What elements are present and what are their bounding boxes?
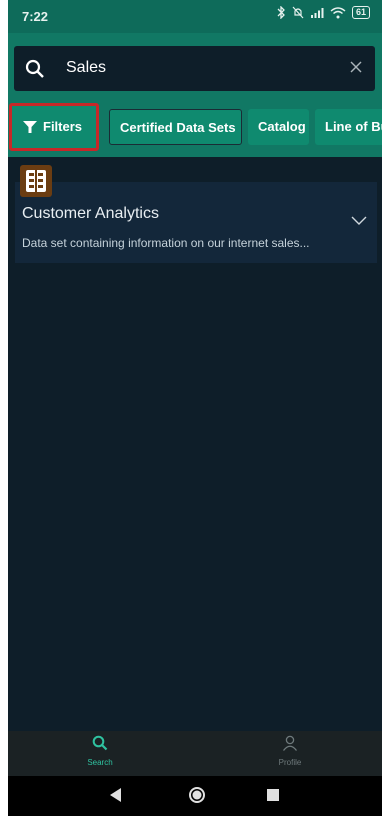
profile-icon bbox=[282, 735, 298, 751]
filters-label: Filters bbox=[43, 119, 83, 134]
mute-icon bbox=[292, 6, 304, 19]
search-input[interactable]: Sales bbox=[14, 46, 375, 91]
search-value[interactable]: Sales bbox=[66, 59, 106, 77]
bluetooth-icon bbox=[277, 6, 285, 19]
bottom-nav: Search Profile bbox=[8, 731, 382, 776]
chip-line-of-business[interactable]: Line of Bu bbox=[315, 109, 382, 145]
chip-certified-data-sets[interactable]: Certified Data Sets bbox=[109, 109, 242, 145]
back-icon[interactable] bbox=[110, 788, 122, 802]
header: Sales Filters Certified Data Sets Catalo… bbox=[8, 33, 382, 157]
signal-icon bbox=[310, 7, 324, 18]
dataset-icon bbox=[20, 165, 52, 197]
home-icon[interactable] bbox=[188, 786, 206, 804]
nav-profile[interactable]: Profile bbox=[245, 735, 335, 767]
system-nav-bar bbox=[8, 776, 382, 816]
chip-catalog[interactable]: Catalog bbox=[248, 109, 309, 145]
filter-icon bbox=[23, 121, 37, 133]
nav-profile-label: Profile bbox=[278, 758, 302, 767]
result-title: Customer Analytics bbox=[22, 205, 159, 222]
status-time: 7:22 bbox=[22, 9, 49, 24]
filters-button[interactable]: Filters bbox=[14, 109, 95, 145]
recents-icon[interactable] bbox=[267, 789, 279, 801]
result-description: Data set containing information on our i… bbox=[22, 236, 310, 250]
battery-icon: 61 bbox=[351, 6, 370, 19]
close-icon[interactable] bbox=[349, 60, 363, 74]
dataset-icon-glyph bbox=[26, 170, 46, 192]
nav-search-label: Search bbox=[87, 758, 113, 767]
result-card[interactable]: Customer Analytics Data set containing i… bbox=[15, 182, 377, 263]
chevron-down-icon[interactable] bbox=[351, 216, 367, 226]
app-screen: 7:22 61 Sales Filters Certified Data Set… bbox=[8, 0, 382, 816]
wifi-icon bbox=[330, 6, 346, 18]
filter-chips: Filters Certified Data Sets Catalog Line… bbox=[8, 103, 382, 151]
nav-search[interactable]: Search bbox=[55, 735, 145, 767]
status-bar: 7:22 61 bbox=[8, 0, 382, 33]
status-icons: 61 bbox=[276, 6, 370, 19]
search-icon bbox=[92, 735, 108, 751]
search-icon bbox=[25, 59, 44, 78]
